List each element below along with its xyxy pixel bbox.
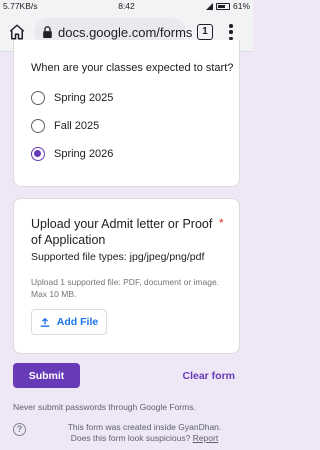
suspicious-line: Does this form look suspicious? Report: [42, 433, 247, 444]
overflow-menu-icon[interactable]: [228, 24, 234, 40]
clear-form-button[interactable]: Clear form: [182, 370, 235, 382]
upload-question-title: Upload your Admit letter or Proof of App…: [31, 217, 213, 247]
upload-icon: [40, 317, 49, 327]
radio-label: Spring 2026: [54, 148, 114, 160]
battery-percent: 61%: [232, 1, 250, 11]
submit-button[interactable]: Submit: [13, 363, 80, 388]
report-link[interactable]: Report: [193, 433, 219, 443]
question-card-classes-start: When are your classes expected to start?…: [13, 40, 240, 187]
radio-option-spring-2026[interactable]: Spring 2026: [31, 144, 113, 164]
question-text: When are your classes expected to start?: [31, 62, 234, 74]
home-icon[interactable]: [8, 23, 26, 41]
radio-label: Spring 2025: [54, 92, 114, 104]
question-card-upload: Upload your Admit letter or Proof of App…: [13, 198, 240, 354]
add-file-label: Add File: [56, 316, 99, 328]
created-by-text: This form was created inside GyanDhan.: [67, 422, 222, 432]
help-icon[interactable]: ?: [13, 423, 26, 436]
battery-icon: [215, 2, 230, 10]
signal-icon: [205, 2, 213, 10]
add-file-button[interactable]: Add File: [31, 309, 107, 335]
suspicious-text: Does this form look suspicious?: [70, 433, 191, 443]
tab-switcher-button[interactable]: 1: [197, 24, 213, 40]
radio-button[interactable]: [31, 91, 45, 105]
radio-button[interactable]: [31, 119, 45, 133]
lock-icon: [43, 26, 52, 38]
radio-option-spring-2025[interactable]: Spring 2025: [31, 88, 113, 108]
supported-file-types: Supported file types: jpg/jpeg/png/pdf: [31, 251, 205, 263]
radio-option-fall-2025[interactable]: Fall 2025: [31, 116, 99, 136]
radio-label: Fall 2025: [54, 120, 100, 132]
url-text: docs.google.com/forms: [58, 25, 193, 40]
form-footer: This form was created inside GyanDhan. D…: [42, 422, 247, 444]
status-right: 61%: [205, 1, 250, 11]
password-warning: Never submit passwords through Google Fo…: [13, 402, 196, 412]
status-bar: 5.77KB/s 8:42 61%: [0, 0, 253, 12]
upload-hint: Upload 1 supported file: PDF, document o…: [31, 277, 220, 299]
required-asterisk: *: [219, 216, 224, 230]
radio-button-selected[interactable]: [31, 147, 45, 161]
